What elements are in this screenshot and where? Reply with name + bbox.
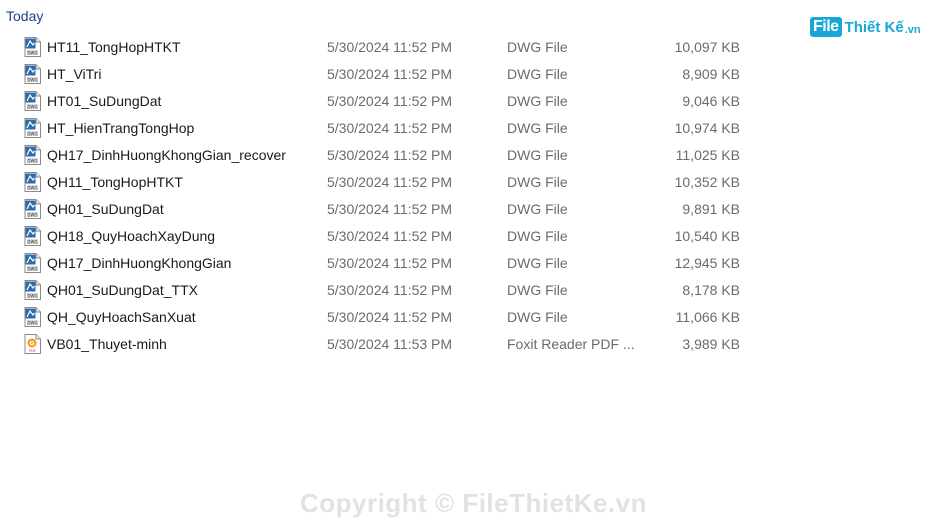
file-row[interactable]: DWG HT01_SuDungDat 5/30/2024 11:52 PM DWG … [0, 88, 760, 115]
file-type: DWG File [507, 120, 568, 136]
svg-text:PDF: PDF [29, 349, 36, 353]
file-size: 11,066 KB [675, 309, 740, 325]
svg-text:DWG: DWG [27, 104, 37, 109]
logo-thietke-text: Thiết Kế [844, 18, 904, 36]
file-row[interactable]: DWG HT_ViTri 5/30/2024 11:52 PM DWG File 8,… [0, 61, 760, 88]
file-type: Foxit Reader PDF ... [507, 336, 635, 352]
file-list: DWG HT11_TongHopHTKT 5/30/2024 11:52 PM DW… [0, 34, 947, 358]
file-date-modified: 5/30/2024 11:52 PM [327, 228, 453, 244]
file-type: DWG File [507, 147, 568, 163]
file-name[interactable]: QH17_DinhHuongKhongGian_recover [47, 147, 286, 163]
file-row[interactable]: DWG QH01_SuDungDat_TTX 5/30/2024 11:52 PM… [0, 277, 760, 304]
pdf-file-icon: G PDF [24, 334, 41, 354]
file-type: DWG File [507, 228, 568, 244]
file-date-modified: 5/30/2024 11:52 PM [327, 309, 453, 325]
svg-text:DWG: DWG [27, 158, 37, 163]
file-type: DWG File [507, 309, 568, 325]
file-date-modified: 5/30/2024 11:52 PM [327, 282, 453, 298]
file-type: DWG File [507, 282, 568, 298]
file-type: DWG File [507, 174, 568, 190]
file-type: DWG File [507, 39, 568, 55]
file-explorer-view: Today File Thiết Kế .vn DWG HT11_TongHop… [0, 0, 947, 532]
file-row[interactable]: DWG QH18_QuyHoachXayDung 5/30/2024 11:52 … [0, 223, 760, 250]
dwg-file-icon: DWG [24, 64, 41, 84]
file-size: 10,540 KB [674, 228, 740, 244]
file-name[interactable]: QH17_DinhHuongKhongGian [47, 255, 231, 271]
svg-text:DWG: DWG [27, 239, 37, 244]
copyright-watermark: Copyright © FileThietKe.vn [299, 488, 648, 518]
file-row[interactable]: DWG QH01_SuDungDat 5/30/2024 11:52 PM DWG … [0, 196, 760, 223]
dwg-file-icon: DWG [24, 145, 41, 165]
dwg-file-icon: DWG [24, 253, 41, 273]
file-row[interactable]: DWG HT11_TongHopHTKT 5/30/2024 11:52 PM DW… [0, 34, 760, 61]
dwg-file-icon: DWG [24, 118, 41, 138]
file-size: 10,097 KB [674, 39, 740, 55]
file-row[interactable]: DWG QH17_DinhHuongKhongGian_recover 5/30/… [0, 142, 760, 169]
file-size: 10,974 KB [674, 120, 740, 136]
file-size: 9,891 KB [682, 201, 740, 217]
file-name[interactable]: HT_ViTri [47, 66, 101, 82]
dwg-file-icon: DWG [24, 91, 41, 111]
svg-text:DWG: DWG [27, 131, 37, 136]
svg-text:G: G [29, 340, 34, 348]
svg-text:DWG: DWG [27, 77, 37, 82]
svg-text:DWG: DWG [27, 50, 37, 55]
file-name[interactable]: QH18_QuyHoachXayDung [47, 228, 215, 244]
file-size: 8,178 KB [682, 282, 740, 298]
file-type: DWG File [507, 201, 568, 217]
file-row[interactable]: DWG HT_HienTrangTongHop 5/30/2024 11:52 P… [0, 115, 760, 142]
file-date-modified: 5/30/2024 11:53 PM [327, 336, 453, 352]
svg-text:DWG: DWG [27, 266, 37, 271]
file-name[interactable]: QH11_TongHopHTKT [47, 174, 183, 190]
dwg-file-icon: DWG [24, 280, 41, 300]
file-name[interactable]: VB01_Thuyet-minh [47, 336, 167, 352]
file-date-modified: 5/30/2024 11:52 PM [327, 147, 453, 163]
file-date-modified: 5/30/2024 11:52 PM [327, 39, 453, 55]
dwg-file-icon: DWG [24, 226, 41, 246]
dwg-file-icon: DWG [24, 307, 41, 327]
dwg-file-icon: DWG [24, 199, 41, 219]
svg-text:DWG: DWG [27, 212, 37, 217]
file-name[interactable]: HT01_SuDungDat [47, 93, 161, 109]
file-name[interactable]: QH01_SuDungDat_TTX [47, 282, 198, 298]
file-row[interactable]: G PDF VB01_Thuyet-minh 5/30/2024 11:53 PM… [0, 331, 760, 358]
file-size: 8,909 KB [682, 66, 740, 82]
svg-text:DWG: DWG [27, 185, 37, 190]
file-type: DWG File [507, 66, 568, 82]
file-name[interactable]: QH_QuyHoachSanXuat [47, 309, 196, 325]
file-size: 11,025 KB [675, 147, 740, 163]
file-date-modified: 5/30/2024 11:52 PM [327, 120, 453, 136]
svg-text:DWG: DWG [27, 293, 37, 298]
dwg-file-icon: DWG [24, 172, 41, 192]
file-date-modified: 5/30/2024 11:52 PM [327, 201, 453, 217]
svg-text:DWG: DWG [27, 320, 37, 325]
file-date-modified: 5/30/2024 11:52 PM [327, 174, 453, 190]
file-row[interactable]: DWG QH17_DinhHuongKhongGian 5/30/2024 11:… [0, 250, 760, 277]
file-size: 3,989 KB [682, 336, 740, 352]
file-row[interactable]: DWG QH11_TongHopHTKT 5/30/2024 11:52 PM DW… [0, 169, 760, 196]
file-date-modified: 5/30/2024 11:52 PM [327, 93, 453, 109]
file-size: 12,945 KB [674, 255, 740, 271]
file-size: 10,352 KB [674, 174, 740, 190]
file-name[interactable]: HT11_TongHopHTKT [47, 39, 181, 55]
file-date-modified: 5/30/2024 11:52 PM [327, 255, 453, 271]
file-name[interactable]: HT_HienTrangTongHop [47, 120, 194, 136]
file-date-modified: 5/30/2024 11:52 PM [327, 66, 453, 82]
file-type: DWG File [507, 93, 568, 109]
dwg-file-icon: DWG [24, 37, 41, 57]
file-row[interactable]: DWG QH_QuyHoachSanXuat 5/30/2024 11:52 PM… [0, 304, 760, 331]
file-type: DWG File [507, 255, 568, 271]
file-name[interactable]: QH01_SuDungDat [47, 201, 164, 217]
file-size: 9,046 KB [682, 93, 740, 109]
group-header-today[interactable]: Today [6, 8, 43, 24]
